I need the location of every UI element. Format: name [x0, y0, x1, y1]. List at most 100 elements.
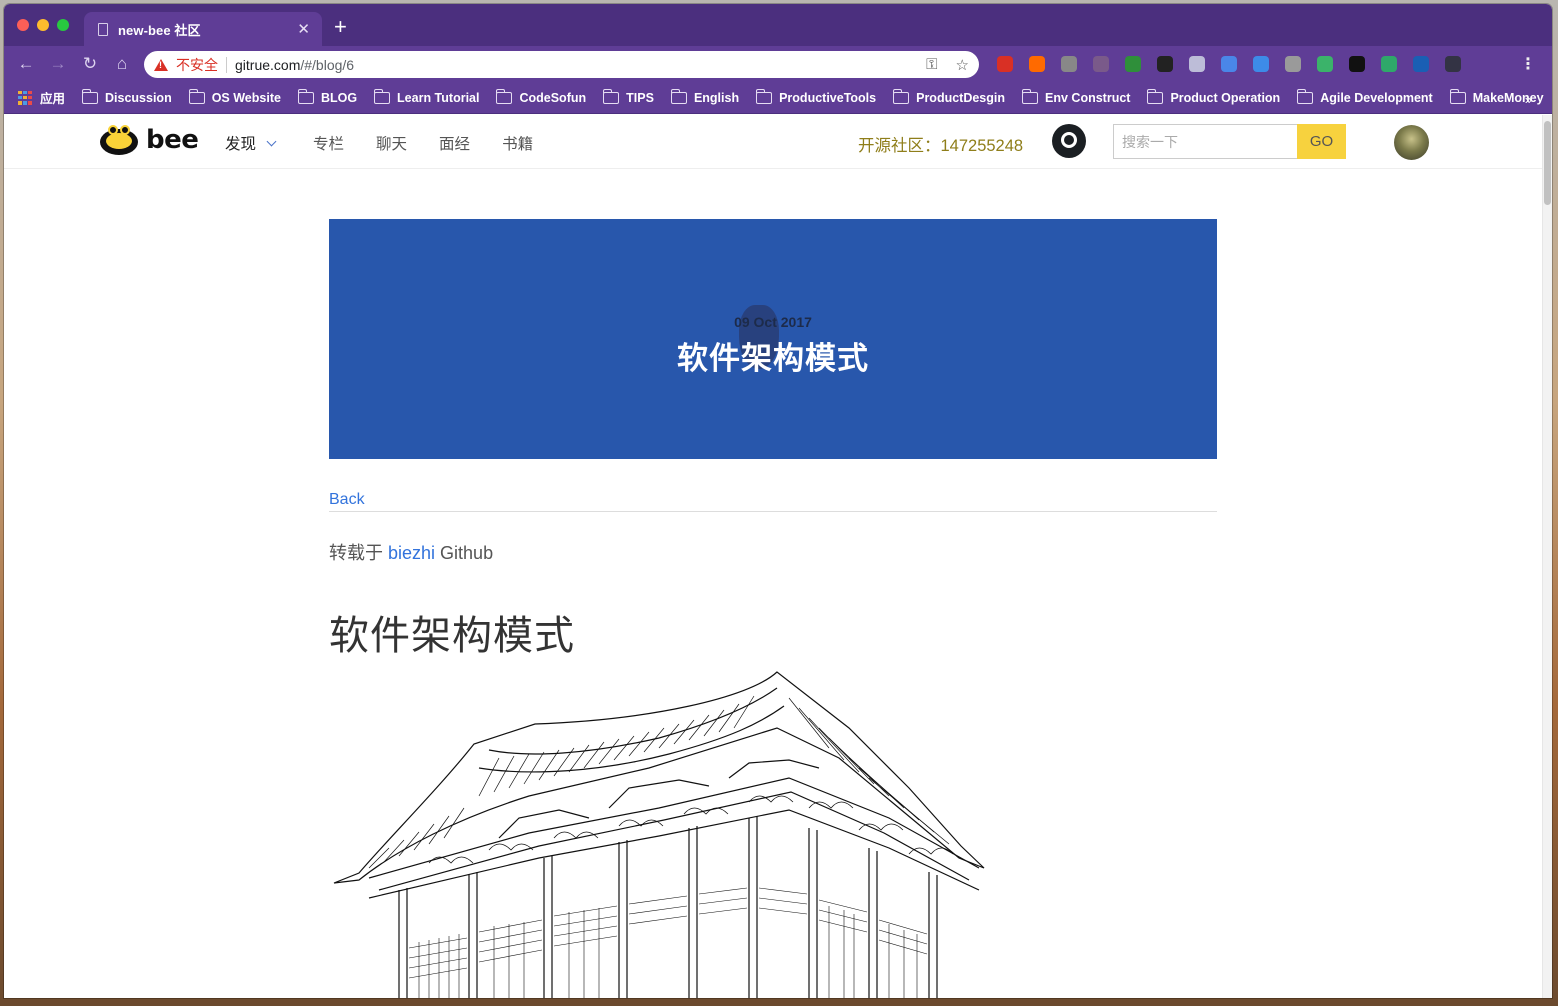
bookmark-item[interactable]: ProductiveTools — [756, 88, 876, 105]
key-icon[interactable]: ⚿ — [926, 56, 937, 74]
logo-text: bee — [146, 125, 199, 155]
source-suffix: Github — [435, 543, 494, 563]
extension-icon[interactable] — [1410, 54, 1432, 74]
search-input[interactable] — [1113, 124, 1297, 159]
folder-icon — [297, 88, 314, 104]
source-prefix: 转载于 — [329, 543, 389, 563]
bookmark-label: English — [693, 90, 740, 105]
apps-icon — [18, 90, 32, 105]
bookmark-item[interactable]: TIPS — [603, 88, 654, 105]
extension-icon[interactable] — [1154, 54, 1176, 74]
extension-icon[interactable] — [1090, 54, 1112, 74]
extension-icon[interactable] — [1442, 54, 1464, 74]
divider — [329, 511, 1217, 512]
nav-item-column[interactable]: 专栏 — [313, 132, 344, 154]
url-text[interactable]: gitrue.com/#/blog/6 — [235, 57, 926, 73]
nav-item-interview[interactable]: 面经 — [439, 132, 470, 154]
reload-icon[interactable]: ↻ — [74, 54, 106, 74]
extensions-bar — [994, 54, 1464, 74]
bookmark-label: MakeMoney — [1472, 90, 1544, 105]
close-window-button[interactable] — [17, 19, 29, 31]
security-label[interactable]: 不安全 — [176, 55, 218, 75]
folder-icon — [1022, 88, 1039, 104]
back-arrow-icon[interactable]: ← — [10, 54, 42, 74]
back-link[interactable]: Back — [329, 491, 365, 509]
home-icon[interactable]: ⌂ — [106, 54, 138, 74]
bookmark-item[interactable]: Discussion — [82, 88, 172, 105]
source-attribution: 转载于 biezhi Github — [329, 539, 493, 565]
bookmark-label: ProductDesgin — [916, 90, 1006, 105]
article-banner: 09 Oct 2017 软件架构模式 — [329, 219, 1217, 459]
folder-icon — [603, 88, 620, 104]
browser-tab-active[interactable]: new-bee 社区 ✕ — [84, 12, 322, 46]
extension-icon[interactable] — [1186, 54, 1208, 74]
page-icon — [98, 22, 108, 36]
folder-icon — [1449, 88, 1466, 104]
nav-item-books[interactable]: 书籍 — [502, 132, 533, 154]
extension-icon[interactable] — [1378, 54, 1400, 74]
folder-icon — [893, 88, 910, 104]
url-host: gitrue.com — [235, 56, 301, 73]
title-bar: new-bee 社区 ✕ + — [4, 4, 1552, 46]
scrollbar-thumb[interactable] — [1544, 121, 1551, 205]
browser-menu-icon[interactable]: ⋮ — [1520, 54, 1536, 74]
bookmark-item[interactable]: ProductDesgin — [893, 88, 1006, 105]
bookmark-item[interactable]: BLOG — [297, 88, 358, 105]
extension-icon[interactable] — [1026, 54, 1048, 74]
extension-icon[interactable] — [1314, 54, 1336, 74]
star-icon[interactable]: ☆ — [956, 56, 969, 74]
maximize-window-button[interactable] — [57, 19, 69, 31]
page-content: bee 发现 专栏 聊天 面经 书籍 开源社区：147255248 GO — [4, 115, 1542, 998]
page-scrollbar[interactable] — [1542, 115, 1552, 998]
bookmark-label: Discussion — [105, 90, 172, 105]
github-icon[interactable] — [1052, 124, 1086, 158]
url-path: /#/blog/6 — [300, 56, 355, 73]
address-bar[interactable]: 不安全 gitrue.com/#/blog/6 ⚿ ☆ — [144, 51, 979, 78]
site-header: bee 发现 专栏 聊天 面经 书籍 开源社区：147255248 GO — [4, 115, 1542, 169]
warning-icon — [154, 58, 168, 71]
bookmark-label: Product Operation — [1170, 90, 1281, 105]
temple-illustration — [333, 671, 985, 998]
extension-icon[interactable] — [1346, 54, 1368, 74]
folder-icon — [1297, 88, 1314, 104]
forward-arrow-icon[interactable]: → — [42, 54, 74, 74]
source-author-link[interactable]: biezhi — [388, 543, 435, 563]
site-logo[interactable]: bee — [100, 125, 199, 155]
bookmark-label: CodeSofun — [519, 90, 587, 105]
bookmark-item[interactable]: Env Construct — [1022, 88, 1130, 105]
minimize-window-button[interactable] — [37, 19, 49, 31]
bookmark-item[interactable]: OS Website — [188, 88, 281, 105]
bookmark-item[interactable]: 应用 — [18, 88, 65, 107]
bookmark-item[interactable]: Learn Tutorial — [374, 88, 480, 105]
bookmark-label: BLOG — [320, 90, 358, 105]
nav-item-chat[interactable]: 聊天 — [376, 132, 407, 154]
community-group-number: 开源社区：147255248 — [858, 137, 1024, 155]
page-title: 软件架构模式 — [329, 614, 575, 658]
bookmark-label: Learn Tutorial — [397, 90, 480, 105]
bookmark-label: TIPS — [626, 90, 654, 105]
search-go-button[interactable]: GO — [1297, 124, 1346, 159]
bookmarks-overflow-icon[interactable]: » — [1525, 92, 1532, 107]
extension-icon[interactable] — [994, 54, 1016, 74]
nav-discover[interactable]: 发现 — [225, 132, 277, 154]
browser-toolbar: ← → ↻ ⌂ 不安全 gitrue.com/#/blog/6 ⚿ ☆ ⋮ — [4, 46, 1552, 82]
bookmark-label: Agile Development — [1320, 90, 1433, 105]
bookmark-item[interactable]: CodeSofun — [496, 88, 587, 105]
extension-icon[interactable] — [1122, 54, 1144, 74]
avatar[interactable] — [1394, 125, 1429, 160]
banner-title: 软件架构模式 — [677, 341, 869, 376]
folder-icon — [1147, 88, 1164, 104]
bookmark-item[interactable]: Agile Development — [1297, 88, 1433, 105]
tab-close-icon[interactable]: ✕ — [297, 20, 310, 38]
bookmark-item[interactable]: Product Operation — [1147, 88, 1281, 105]
bookmark-item[interactable]: English — [670, 88, 740, 105]
bookmark-label: 应用 — [40, 92, 66, 106]
extension-icon[interactable] — [1218, 54, 1240, 74]
folder-icon — [496, 88, 513, 104]
extension-icon[interactable] — [1250, 54, 1272, 74]
new-tab-button[interactable]: + — [334, 16, 347, 38]
folder-icon — [188, 88, 205, 104]
extension-icon[interactable] — [1282, 54, 1304, 74]
folder-icon — [670, 88, 687, 104]
extension-icon[interactable] — [1058, 54, 1080, 74]
